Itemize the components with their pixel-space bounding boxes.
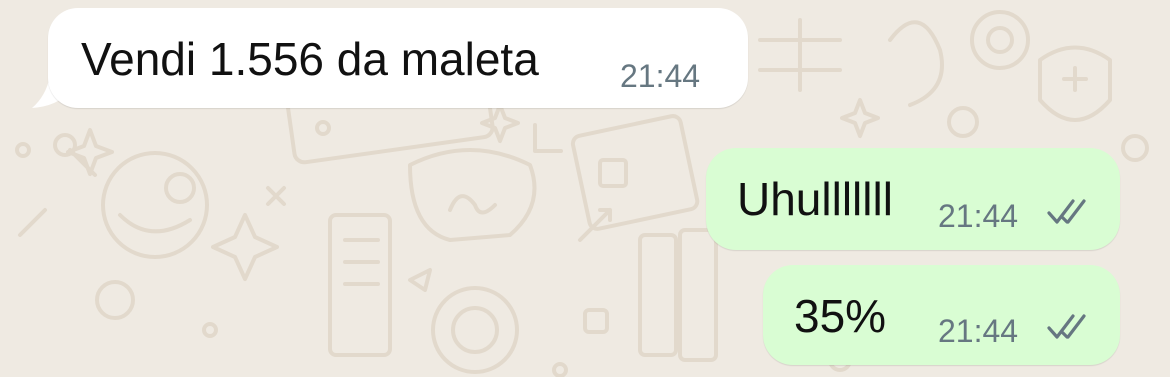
incoming-message-bubble[interactable]: Vendi 1.556 da maleta 21:44 — [48, 8, 748, 108]
message-text: 35% — [794, 290, 887, 342]
message-timestamp: 21:44 — [620, 58, 701, 94]
message-text: Vendi 1.556 da maleta — [81, 33, 539, 85]
message-timestamp: 21:44 — [938, 198, 1019, 234]
double-check-icon — [1047, 199, 1086, 224]
outgoing-message-bubble[interactable]: 35% 21:44 — [763, 265, 1120, 365]
outgoing-message-bubble[interactable]: Uhulllllll 21:44 — [706, 148, 1120, 250]
message-timestamp: 21:44 — [938, 313, 1019, 349]
double-check-icon — [1047, 314, 1086, 339]
message-text: Uhulllllll — [737, 173, 893, 225]
